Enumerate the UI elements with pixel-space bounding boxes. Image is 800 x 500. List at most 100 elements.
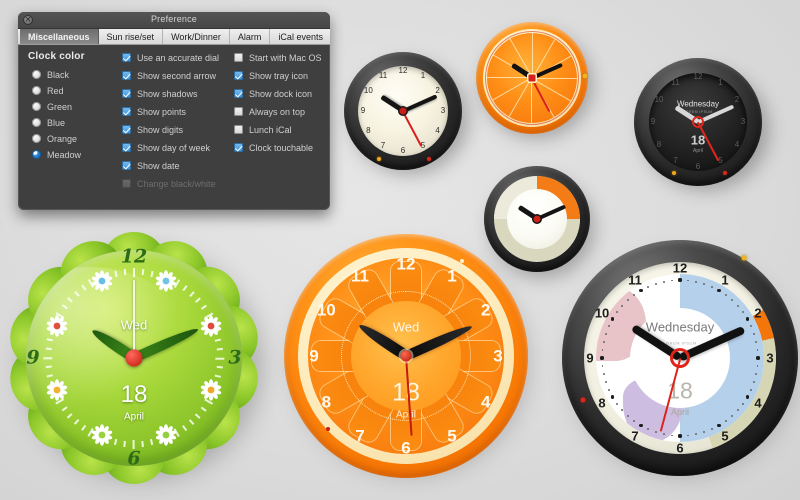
clock-orange-large[interactable]: 12 1 2 3 4 5 6 7 8 9 10 11 Wed 18 April (284, 234, 528, 478)
checkbox-clock-touchable[interactable]: Clock touchable (234, 141, 330, 154)
clock-tick (737, 304, 739, 307)
clock-numeral: 9 (26, 346, 40, 369)
checkbox-start-with-mac-os[interactable]: Start with Mac OS (234, 51, 330, 64)
preference-window[interactable]: ✕ Preference Miscellaneous Sun rise/set Wo… (18, 12, 330, 210)
clock-numeral: 9 (309, 346, 319, 366)
checkbox-show-day-of-week[interactable]: Show day of week (122, 141, 232, 154)
clock-color-option-red[interactable]: Red (32, 84, 118, 97)
checkbox-icon[interactable] (234, 89, 243, 98)
clock-tick (724, 420, 727, 422)
clock-tick (710, 285, 713, 288)
clock-meadow-flower[interactable]: 12369 Wed 18 April (4, 231, 264, 485)
clock-color-group: Clock color Black Red Green Blue Orange Meado… (28, 51, 118, 164)
checkbox-use-an-accurate-dial[interactable]: Use an accurate dial (122, 51, 232, 64)
checkbox-show-dock-icon[interactable]: Show dock icon (234, 87, 330, 100)
clock-numeral: 3 (766, 350, 774, 366)
checkbox-lunch-ical[interactable]: Lunch iCal (234, 123, 330, 136)
tab-work-dinner[interactable]: Work/Dinner (163, 29, 230, 44)
checkbox-icon[interactable] (122, 125, 131, 134)
checkbox-label: Lunch iCal (249, 124, 292, 135)
clock-tick (43, 357, 53, 359)
clock-color-option-black[interactable]: Black (32, 68, 118, 81)
checkbox-icon[interactable] (122, 89, 131, 98)
month-label: April (123, 411, 145, 423)
checkbox-show-date[interactable]: Show date (122, 159, 232, 172)
clock-detailed-white[interactable]: 12 1 2 3 4 5 6 7 8 9 10 11 Wednesday LOREM IPSUM 18… (562, 240, 798, 476)
hand-hub (694, 118, 702, 126)
checkbox-icon[interactable] (234, 107, 243, 116)
clock-tick (750, 388, 753, 391)
clock-tick (607, 388, 610, 391)
clock-numeral: 12 (398, 66, 408, 75)
clock-color-option-meadow[interactable]: Meadow (32, 148, 118, 161)
clock-color-radio-list[interactable]: Black Red Green Blue Orange Meadow (28, 68, 118, 161)
clock-tick (647, 285, 650, 288)
clock-dark[interactable]: 12 1 2 3 4 5 6 7 8 9 10 11 Wednesday LOREM IPSUM 18… (634, 58, 762, 186)
checkbox-show-points[interactable]: Show points (122, 105, 232, 118)
clock-numeral: 5 (447, 426, 457, 446)
clock-tick (215, 357, 225, 359)
checkbox-always-on-top[interactable]: Always on top (234, 105, 330, 118)
checkbox-show-tray-icon[interactable]: Show tray icon (234, 69, 330, 82)
clock-numeral: 7 (355, 426, 365, 446)
clock-numeral: 4 (435, 126, 440, 135)
checkbox-icon[interactable] (122, 161, 131, 170)
clock-black-wall[interactable]: 12 1 2 3 4 5 6 7 8 9 10 11 (344, 52, 462, 170)
checkbox-icon[interactable] (234, 53, 243, 62)
tab-alarm[interactable]: Alarm (230, 29, 271, 44)
clock-color-option-blue[interactable]: Blue (32, 116, 118, 129)
clock-numeral: 2 (435, 86, 440, 95)
clock-color-option-label: Blue (47, 117, 66, 128)
clock-numeral: 12 (672, 260, 688, 276)
radio-icon[interactable] (32, 70, 41, 79)
tab-miscellaneous[interactable]: Miscellaneous (20, 29, 99, 44)
indicator-dot-red (426, 157, 431, 162)
radio-icon[interactable] (32, 150, 41, 159)
daisy-icon (155, 270, 177, 292)
clock-numeral: 9 (586, 350, 594, 366)
system-options-group: Start with Mac OS Show tray icon Show dock… (234, 51, 330, 159)
checkbox-icon[interactable] (122, 53, 131, 62)
checkbox-icon[interactable] (234, 71, 243, 80)
clock-color-heading: Clock color (28, 51, 85, 62)
clock-tick (621, 304, 623, 307)
clock-orange-small[interactable] (476, 22, 588, 134)
clock-tick (755, 340, 758, 343)
display-options-group: Use an accurate dial Show second arrow Sho… (122, 51, 232, 195)
tab-ical-events[interactable]: iCal events (270, 29, 330, 44)
clock-numeral: 11 (628, 272, 642, 288)
radio-icon[interactable] (32, 134, 41, 143)
clock-tick (626, 299, 629, 301)
checkbox-icon[interactable] (122, 71, 131, 80)
window-titlebar[interactable]: ✕ Preference (18, 12, 330, 29)
checkbox-show-second-arrow[interactable]: Show second arrow (122, 69, 232, 82)
clock-numeral: 6 (127, 447, 141, 470)
radio-icon[interactable] (32, 118, 41, 127)
checkbox-show-digits[interactable]: Show digits (122, 123, 232, 136)
clock-color-option-orange[interactable]: Orange (32, 132, 118, 145)
checkbox-show-shadows[interactable]: Show shadows (122, 87, 232, 100)
checkbox-icon[interactable] (234, 125, 243, 134)
clock-tick (703, 282, 705, 285)
clock-tick (626, 415, 629, 417)
checkbox-icon[interactable] (122, 107, 131, 116)
clock-tick (133, 267, 135, 277)
clock-tick (607, 325, 610, 328)
month-label: April (670, 407, 690, 418)
day-of-week-label: Wednesday (676, 99, 720, 109)
daisy-icon (200, 315, 222, 337)
daisy-icon (200, 379, 222, 401)
day-of-week-label: Wed (392, 319, 420, 335)
checkbox-label: Show date (137, 160, 180, 171)
clock-numeral: 12 (396, 254, 416, 274)
checkbox-icon[interactable] (234, 143, 243, 152)
clock-color-option-green[interactable]: Green (32, 100, 118, 113)
daisy-icon (46, 379, 68, 401)
daisy-icon (91, 270, 113, 292)
tab-sun-rise-set[interactable]: Sun rise/set (99, 29, 164, 44)
clock-tick (610, 395, 615, 399)
radio-icon[interactable] (32, 86, 41, 95)
checkbox-icon[interactable] (122, 143, 131, 152)
radio-icon[interactable] (32, 102, 41, 111)
indicator-dot-red (722, 171, 727, 176)
